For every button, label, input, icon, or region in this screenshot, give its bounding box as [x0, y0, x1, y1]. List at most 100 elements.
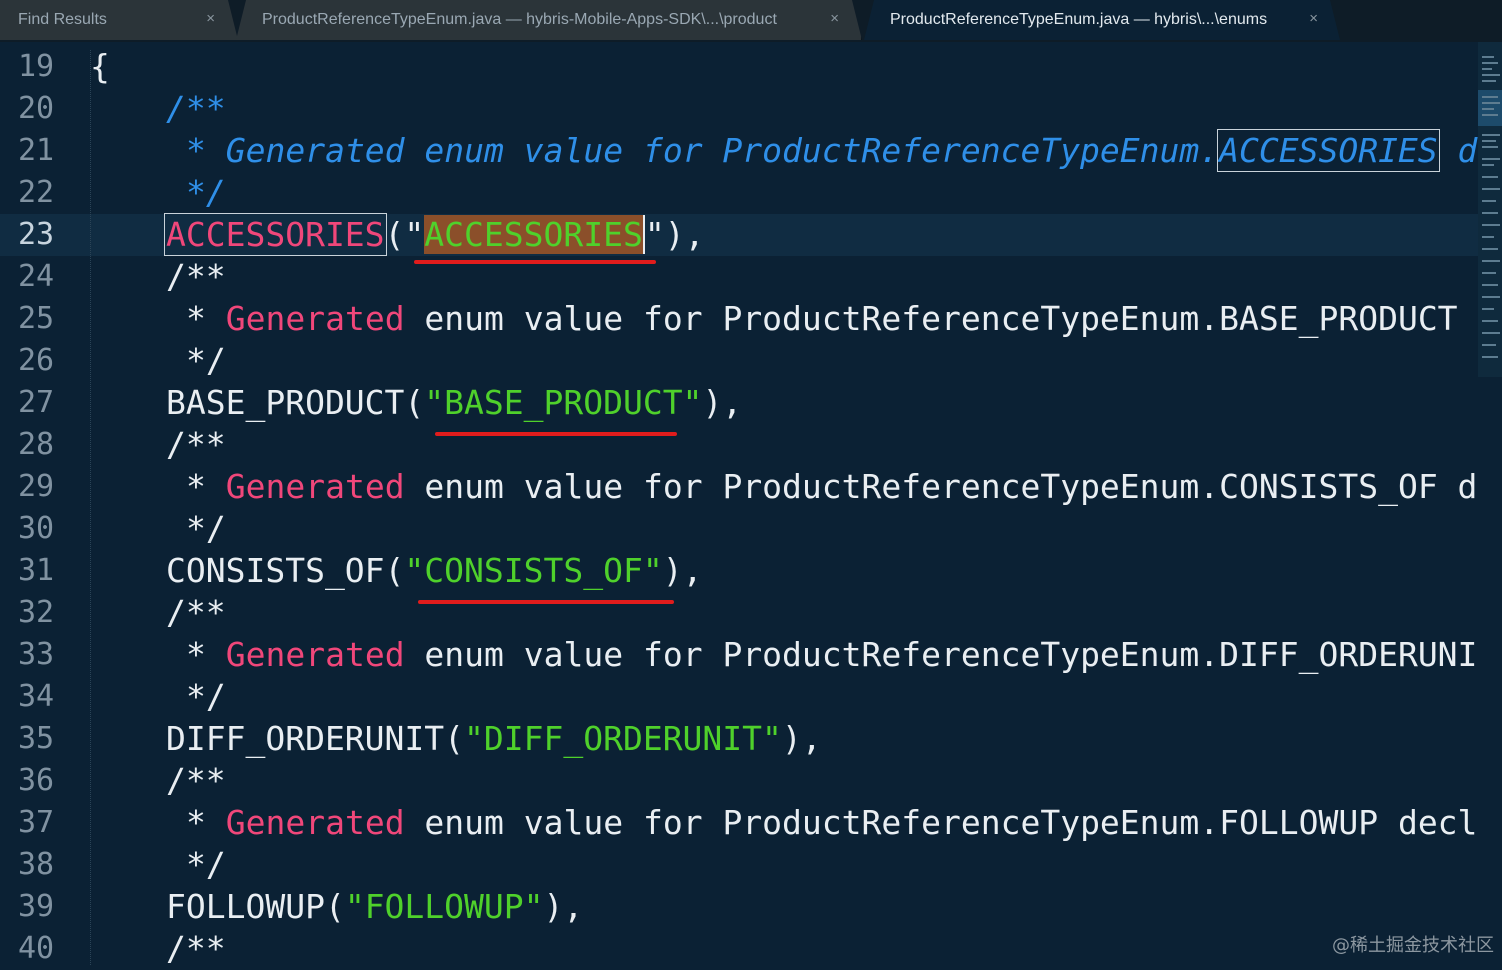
line-number-current: 23 — [0, 214, 78, 256]
annotation-underline — [418, 600, 674, 604]
tab-label: ProductReferenceTypeEnum.java — hybris\.… — [890, 11, 1268, 28]
code-editor[interactable]: { /** * Generated enum value for Product… — [0, 42, 1478, 965]
tab-enum-hybris-active[interactable]: ProductReferenceTypeEnum.java — hybris\.… — [864, 0, 1340, 40]
code-text: BASE_PRODUCT( — [166, 383, 425, 422]
line-number: 39 — [18, 889, 55, 924]
code-text: CONSISTS_OF( — [166, 551, 405, 590]
watermark: @稀土掘金技术社区 — [1332, 935, 1494, 956]
code-text: "), — [644, 215, 705, 254]
code-line: */ — [0, 676, 1478, 718]
code-line: /** — [0, 760, 1478, 802]
line-number-gutter: 19 20 21 22 23 24 25 26 27 28 29 30 31 3… — [0, 42, 88, 966]
line-number: 36 — [18, 763, 55, 798]
tab-bar: Find Results × ProductReferenceTypeEnum.… — [0, 0, 1502, 42]
code-text: */ — [186, 173, 226, 212]
line-number: 32 — [18, 595, 55, 630]
line-number: 24 — [18, 259, 55, 294]
code-text: ), — [662, 551, 703, 590]
code-line: * Generated enum value for ProductRefere… — [0, 298, 1478, 340]
close-icon[interactable]: × — [830, 10, 839, 27]
code-line: CONSISTS_OF("CONSISTS_OF"), — [0, 550, 1478, 592]
code-text: FOLLOWUP( — [166, 887, 345, 926]
code-line: DIFF_ORDERUNIT("DIFF_ORDERUNIT"), — [0, 718, 1478, 760]
line-number: 37 — [18, 805, 55, 840]
line-number: 28 — [18, 427, 55, 462]
code-text: */ — [186, 845, 226, 884]
code-line: /** — [0, 256, 1478, 298]
code-text: */ — [186, 509, 226, 548]
code-text: enum value for ProductReferenceTypeEnum.… — [404, 803, 1478, 842]
line-number: 19 — [18, 49, 55, 84]
code-text: ), — [702, 383, 743, 422]
code-text: DIFF_ORDERUNIT( — [166, 719, 465, 758]
code-text: * — [186, 299, 226, 338]
annotation-underline — [435, 432, 677, 436]
code-line: /** — [0, 592, 1478, 634]
line-number: 40 — [18, 931, 55, 966]
close-icon[interactable]: × — [206, 10, 215, 27]
code-text: enum value for ProductReferenceTypeEnum.… — [404, 299, 1478, 338]
code-text: Generated — [225, 467, 405, 506]
close-icon[interactable]: × — [1309, 10, 1318, 27]
code-line: /** — [0, 88, 1478, 130]
code-text: Generated — [225, 635, 405, 674]
tab-enum-mobile-sdk[interactable]: ProductReferenceTypeEnum.java — hybris-M… — [236, 0, 862, 40]
code-text: { — [90, 47, 110, 86]
code-line: /** — [0, 424, 1478, 466]
code-text: enum value for ProductReferenceTypeEnum.… — [404, 467, 1478, 506]
minimap[interactable] — [1478, 42, 1502, 377]
code-line-current: ACCESSORIES("ACCESSORIES"), — [0, 213, 1478, 256]
code-string: "BASE_PRODUCT" — [424, 383, 703, 422]
line-number: 34 — [18, 679, 55, 714]
line-number: 22 — [18, 175, 55, 210]
code-text: */ — [186, 677, 226, 716]
code-text: /** — [166, 593, 226, 632]
code-text: * — [186, 467, 226, 506]
line-number: 30 — [18, 511, 55, 546]
code-text: /** — [166, 761, 226, 800]
line-number: 29 — [18, 469, 55, 504]
code-text: enum value for ProductReferenceTypeEnum.… — [404, 635, 1478, 674]
find-match-box: ACCESSORIES — [164, 213, 387, 256]
tab-label: ProductReferenceTypeEnum.java — hybris-M… — [262, 11, 777, 28]
line-number: 26 — [18, 343, 55, 378]
line-number: 35 — [18, 721, 55, 756]
line-number: 27 — [18, 385, 55, 420]
code-string: "FOLLOWUP" — [344, 887, 544, 926]
code-text: ), — [543, 887, 584, 926]
find-match-box: ACCESSORIES — [1217, 129, 1440, 172]
selected-string: ACCESSORIES — [424, 215, 645, 254]
code-line: * Generated enum value for ProductRefere… — [0, 802, 1478, 844]
code-line: FOLLOWUP("FOLLOWUP"), — [0, 886, 1478, 928]
code-line: * Generated enum value for ProductRefere… — [0, 634, 1478, 676]
code-string: "CONSISTS_OF" — [404, 551, 663, 590]
indent-guide — [90, 50, 92, 965]
line-number: 25 — [18, 301, 55, 336]
code-text: Generated — [225, 803, 405, 842]
code-text: de — [1457, 131, 1478, 170]
code-text: * — [186, 635, 226, 674]
line-number: 21 — [18, 133, 55, 168]
code-text: Generated — [225, 299, 405, 338]
code-text: * Generated enum value for ProductRefere… — [186, 131, 1220, 170]
code-text: (" — [384, 215, 425, 254]
line-number: 33 — [18, 637, 55, 672]
annotation-underline — [414, 260, 656, 264]
code-line: */ — [0, 172, 1478, 214]
code-text: /** — [166, 425, 226, 464]
code-line: { — [0, 46, 1478, 88]
code-text: /** — [166, 257, 226, 296]
code-line: /** — [0, 928, 1478, 965]
code-text: * — [186, 803, 226, 842]
code-text: */ — [186, 341, 226, 380]
tab-find-results[interactable]: Find Results × — [0, 0, 238, 40]
code-string: "DIFF_ORDERUNIT" — [464, 719, 782, 758]
code-line: BASE_PRODUCT("BASE_PRODUCT"), — [0, 382, 1478, 424]
code-line: */ — [0, 844, 1478, 886]
code-text: /** — [166, 929, 226, 965]
code-line: */ — [0, 508, 1478, 550]
code-line: * Generated enum value for ProductRefere… — [0, 129, 1478, 172]
code-text: ), — [781, 719, 822, 758]
code-line: * Generated enum value for ProductRefere… — [0, 466, 1478, 508]
line-number: 20 — [18, 91, 55, 126]
